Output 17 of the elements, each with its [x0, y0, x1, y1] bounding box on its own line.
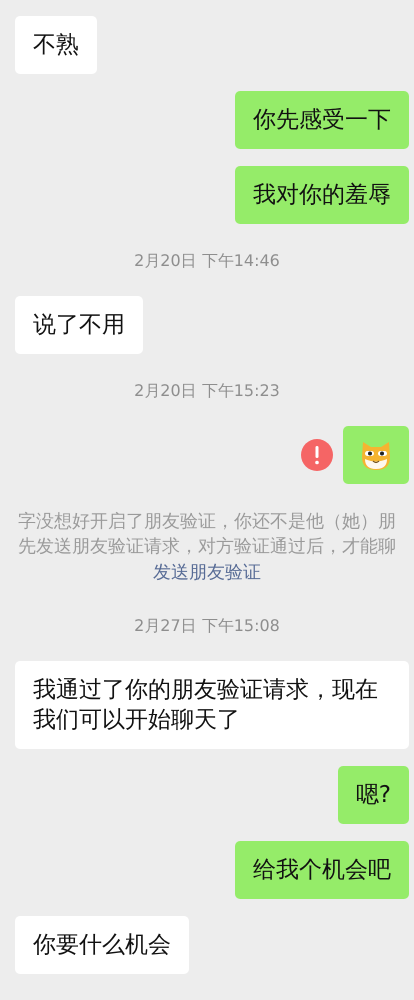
sent-message[interactable]: 给我个机会吧: [235, 841, 409, 899]
sent-message[interactable]: 你先感受一下: [235, 91, 409, 149]
system-notice-line: 字没想好开启了朋友验证，你还不是他（她）朋: [18, 510, 396, 534]
sticker-message[interactable]: [343, 426, 409, 484]
received-message[interactable]: 你要什么机会: [15, 916, 189, 974]
received-message[interactable]: 说了不用: [15, 296, 143, 354]
cat-sticker-icon: [359, 439, 393, 471]
received-message[interactable]: 不熟: [15, 16, 97, 74]
send-verification-link[interactable]: 发送朋友验证: [153, 559, 261, 586]
timestamp: 2月27日 下午15:08: [134, 616, 280, 637]
timestamp: 2月20日 下午15:23: [134, 381, 280, 402]
received-message[interactable]: 我通过了你的朋友验证请求，现在我们可以开始聊天了: [15, 661, 409, 749]
timestamp: 2月20日 下午14:46: [134, 251, 280, 272]
error-icon[interactable]: [301, 439, 333, 471]
system-notice-line: 先发送朋友验证请求，对方验证通过后，才能聊: [18, 535, 396, 559]
sent-message[interactable]: 嗯?: [338, 766, 409, 824]
sent-message[interactable]: 我对你的羞辱: [235, 166, 409, 224]
